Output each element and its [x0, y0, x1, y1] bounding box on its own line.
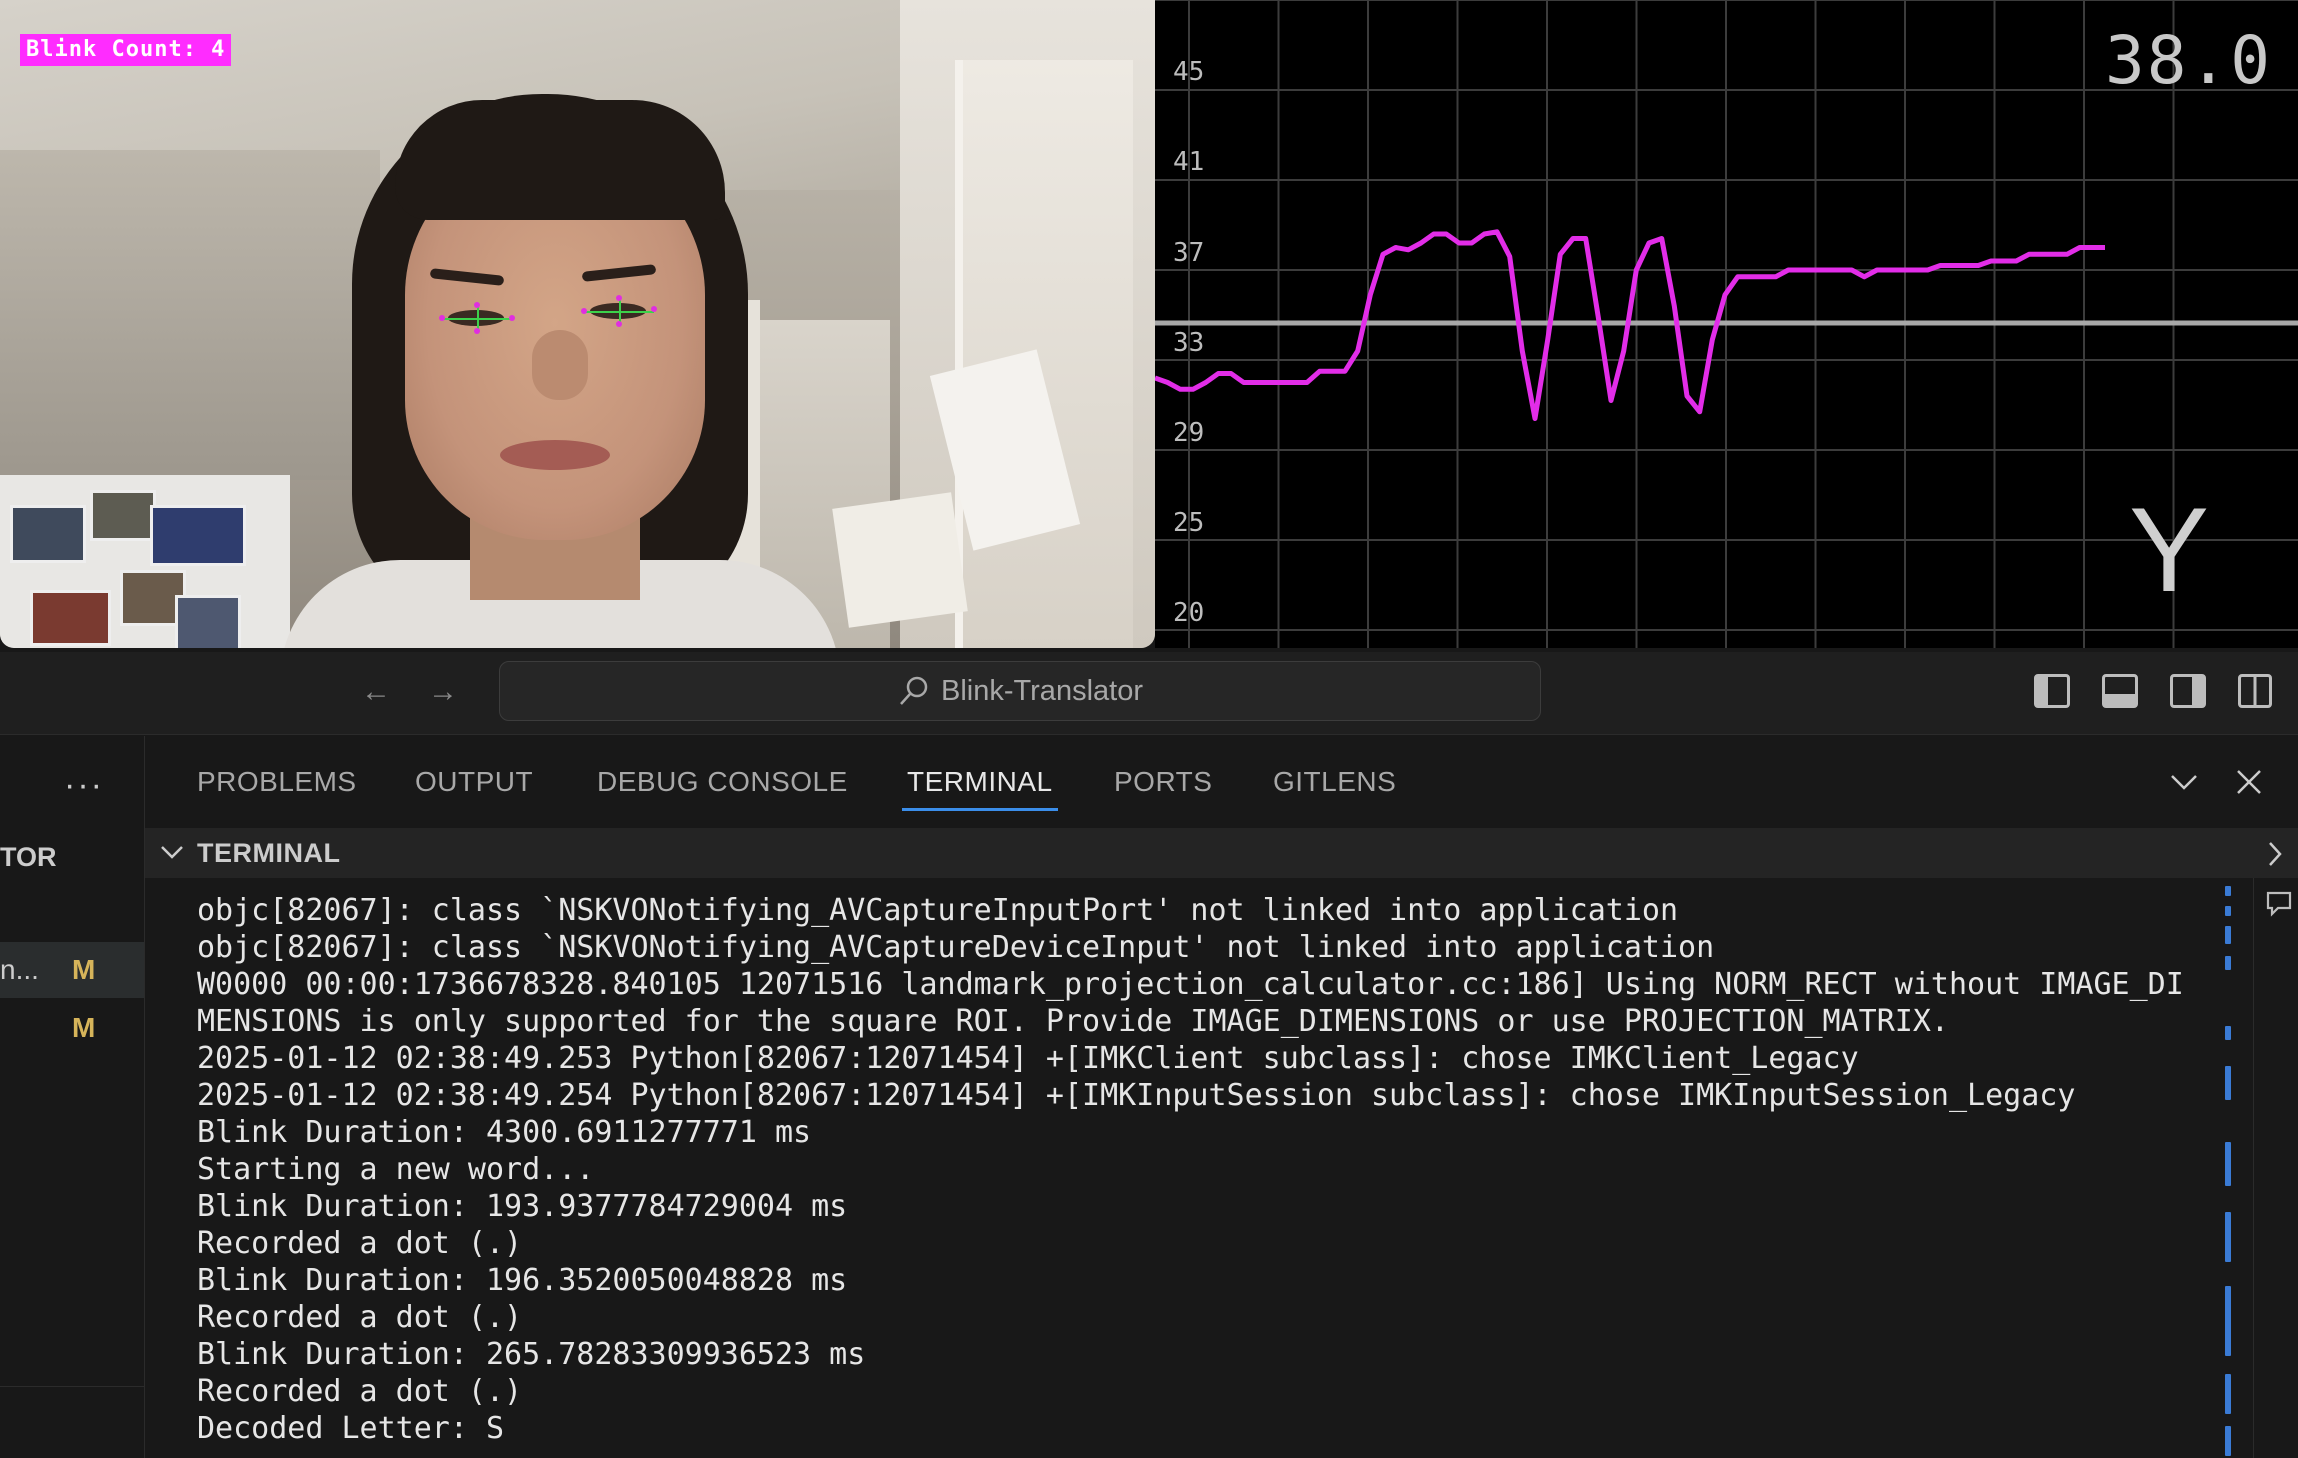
scroll-marker [2225, 906, 2231, 916]
landmark-point [509, 315, 515, 321]
terminal-line: Blink Duration: 196.3520050048828 ms [197, 1263, 848, 1298]
terminal-line: 2025-01-12 02:38:49.253 Python[82067:120… [197, 1041, 1859, 1076]
sidebar-divider [0, 1386, 144, 1387]
fridge-photo [90, 490, 156, 541]
chat-icon[interactable] [2264, 888, 2294, 918]
fridge-photo [150, 505, 246, 566]
terminal-line: MENSIONS is only supported for the squar… [197, 1004, 1949, 1039]
search-icon [900, 676, 928, 705]
toggle-primary-sidebar-icon[interactable] [2034, 674, 2070, 708]
y-tick-label: 45 [1173, 57, 1204, 87]
terminal-scrollbar[interactable] [2225, 886, 2233, 1456]
terminal-line: Blink Duration: 193.9377784729004 ms [197, 1189, 848, 1224]
y-tick-label: 20 [1173, 598, 1204, 628]
landmark-point [474, 328, 480, 334]
landmark-point [651, 306, 657, 312]
terminal-output[interactable]: objc[82067]: class `NSKVONotifying_AVCap… [145, 878, 2235, 1458]
landmark-point [616, 295, 622, 301]
scroll-marker [2225, 926, 2231, 944]
fridge-photo [175, 595, 241, 648]
terminal-line: W0000 00:00:1736678328.840105 12071516 l… [197, 967, 2184, 1002]
terminal-line: Decoded Letter: S [197, 1411, 505, 1446]
file-name: n... [0, 954, 39, 985]
toggle-panel-icon[interactable] [2102, 674, 2138, 708]
panel-tabs: PROBLEMS OUTPUT DEBUG CONSOLE TERMINAL P… [145, 736, 2298, 828]
current-letter: Y [2129, 483, 2210, 617]
tab-output[interactable]: OUTPUT [415, 766, 533, 798]
customize-layout-icon[interactable] [2238, 674, 2272, 708]
tab-terminal[interactable]: TERMINAL [902, 766, 1058, 811]
sidebar-file-item[interactable]: M [0, 1000, 144, 1056]
scroll-marker [2225, 1142, 2231, 1186]
scroll-marker [2225, 956, 2231, 970]
modified-flag: M [72, 954, 96, 985]
fridge-photo [30, 590, 111, 646]
nose [532, 330, 588, 400]
toggle-secondary-sidebar-icon[interactable] [2170, 674, 2206, 708]
y-tick-label: 33 [1173, 328, 1204, 358]
terminal-line: 2025-01-12 02:38:49.254 Python[82067:120… [197, 1078, 2076, 1113]
maximize-panel-icon[interactable] [2169, 772, 2199, 792]
secondary-strip [2253, 878, 2298, 1458]
landmark-point [616, 321, 622, 327]
doorway [955, 60, 1133, 648]
webcam-feed: Blink Count: 4 [0, 0, 1155, 648]
terminal-line: Blink Duration: 4300.6911277771 ms [197, 1115, 812, 1150]
sidebar: ··· TOR n... M M [0, 736, 145, 1458]
graph-value-readout: 38.0 [2105, 22, 2272, 99]
y-tick-label: 37 [1173, 238, 1204, 268]
scroll-marker [2225, 1026, 2231, 1040]
scroll-marker [2225, 1426, 2231, 1456]
blink-count-badge: Blink Count: 4 [20, 34, 232, 66]
scroll-marker [2225, 1286, 2231, 1356]
chevron-right-icon[interactable] [2266, 840, 2284, 868]
y-tick-label: 29 [1173, 418, 1204, 448]
landmark-point [474, 302, 480, 308]
terminal-line: Recorded a dot (.) [197, 1226, 523, 1261]
back-wall [0, 150, 380, 480]
close-panel-icon[interactable] [2235, 768, 2263, 796]
scroll-marker [2225, 1212, 2231, 1262]
ear-graph: 45 41 37 33 29 25 20 38.0 Y [1155, 0, 2298, 648]
fridge-photo [10, 505, 86, 563]
command-center-search[interactable]: Blink-Translator [499, 661, 1541, 721]
tab-gitlens[interactable]: GITLENS [1273, 766, 1396, 798]
terminal-line: objc[82067]: class `NSKVONotifying_AVCap… [197, 893, 1679, 928]
mouth [500, 440, 610, 470]
terminal-line: Starting a new word... [197, 1152, 595, 1187]
sidebar-file-item[interactable]: n... M [0, 942, 144, 998]
scroll-marker [2225, 1374, 2231, 1414]
scroll-marker [2225, 886, 2231, 896]
y-tick-label: 25 [1173, 508, 1204, 538]
arrow-left-icon[interactable]: ← [356, 672, 396, 712]
terminal-line: Recorded a dot (.) [197, 1374, 523, 1409]
terminal-line: objc[82067]: class `NSKVONotifying_AVCap… [197, 930, 1715, 965]
more-actions-icon[interactable]: ··· [64, 766, 104, 805]
tab-problems[interactable]: PROBLEMS [197, 766, 357, 798]
terminal-line: Blink Duration: 265.78283309936523 ms [197, 1337, 866, 1372]
terminal-section-title: TERMINAL [197, 838, 341, 868]
tab-debug-console[interactable]: DEBUG CONSOLE [597, 766, 848, 798]
bangs [395, 100, 725, 220]
terminal-line: Recorded a dot (.) [197, 1300, 523, 1335]
modified-flag: M [72, 1012, 96, 1043]
sidebar-section-label: TOR [0, 842, 57, 872]
bottom-panel: PROBLEMS OUTPUT DEBUG CONSOLE TERMINAL P… [145, 736, 2298, 1458]
landmark-point [439, 315, 445, 321]
chevron-down-icon[interactable] [159, 842, 185, 862]
search-text: Blink-Translator [941, 674, 1143, 707]
arrow-right-icon[interactable]: → [423, 672, 463, 712]
terminal-section-header[interactable]: TERMINAL [145, 828, 2298, 878]
title-bar: ← → Blink-Translator [0, 652, 2298, 735]
wall-notes [832, 492, 968, 628]
scroll-marker [2225, 1066, 2231, 1100]
landmark-point [581, 308, 587, 314]
tab-ports[interactable]: PORTS [1114, 766, 1212, 798]
y-tick-label: 41 [1173, 147, 1204, 177]
